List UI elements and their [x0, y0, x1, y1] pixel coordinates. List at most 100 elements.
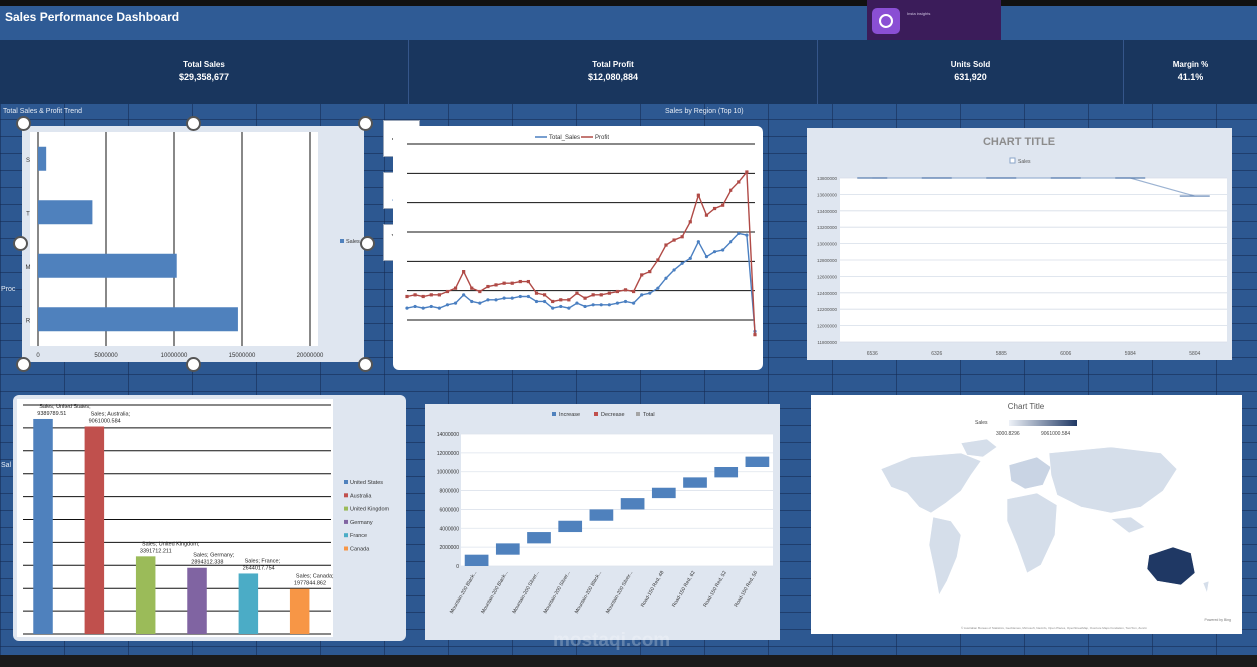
legend-swatch	[344, 533, 348, 538]
resize-handle-t[interactable]	[186, 116, 201, 131]
y-tick-label: 4000000	[440, 526, 460, 532]
y-tick-label: 6000000	[440, 507, 460, 513]
legend-label: Germany	[350, 520, 373, 526]
series-line	[406, 170, 756, 335]
data-point	[599, 303, 603, 307]
data-point	[502, 296, 506, 300]
floating-widget[interactable]: Insta insights	[867, 0, 1001, 40]
record-button[interactable]	[872, 8, 900, 34]
kpi-total-sales: Total Sales $29,358,677	[0, 40, 409, 104]
map-legend-title: Sales	[975, 420, 988, 426]
bar	[187, 567, 207, 634]
x-tick-label: 10000000	[161, 353, 188, 359]
data-point	[518, 279, 522, 284]
data-point	[429, 304, 433, 309]
resize-handle-r[interactable]	[360, 236, 375, 251]
data-point	[413, 304, 417, 309]
resize-handle-tl[interactable]	[16, 116, 31, 131]
y-tick-label: 13200000	[817, 225, 838, 230]
legend-label: Sales	[346, 239, 360, 245]
data-point	[542, 299, 547, 304]
map-title: Chart Title	[1008, 402, 1045, 411]
legend-swatch	[636, 412, 640, 416]
bar-chart-svg: 0 5000000 10000000 15000000 20000000 R M T S Sale…	[26, 132, 360, 359]
data-point	[672, 268, 676, 272]
section-label-region: Sales by Region (Top 10)	[665, 108, 744, 115]
resize-handle-tr[interactable]	[358, 116, 373, 131]
data-point	[575, 301, 579, 305]
y-tick-label: 13000000	[817, 242, 838, 247]
data-point	[551, 299, 555, 304]
data-point	[526, 294, 530, 299]
data-label: Sales; Canada;	[296, 574, 334, 580]
legend-label: Decrease	[601, 412, 625, 418]
legend-swatch	[594, 412, 598, 416]
data-label: Sales; Australia;	[91, 412, 131, 418]
data-point	[542, 293, 547, 297]
bar	[683, 477, 707, 488]
data-point	[672, 238, 676, 242]
data-point	[737, 180, 741, 184]
data-point	[745, 170, 749, 174]
kpi-row: Total Sales $29,358,677 Total Profit $12…	[0, 40, 1257, 104]
y-tick-label: 12400000	[817, 291, 838, 296]
resize-handle-br[interactable]	[358, 357, 373, 372]
sales-line-chart[interactable]: CHART TITLE Sales 11800000 12000000 12200000…	[807, 128, 1232, 360]
legend-label: United States	[350, 480, 383, 486]
y-tick-label: 13600000	[817, 192, 838, 197]
series-line	[406, 232, 756, 332]
data-point	[510, 281, 514, 285]
data-point	[615, 289, 620, 294]
resize-handle-b[interactable]	[186, 357, 201, 372]
data-point	[640, 273, 644, 277]
data-label: 9061000.584	[89, 419, 121, 425]
data-point	[712, 250, 717, 254]
resize-handle-l[interactable]	[13, 236, 28, 251]
legend-label: United Kingdom	[350, 507, 390, 513]
bar	[33, 418, 53, 634]
kpi-units-sold: Units Sold 631,920	[818, 40, 1124, 104]
product-bar-chart[interactable]: 0 5000000 10000000 15000000 20000000 R M T S Sale…	[22, 126, 364, 362]
kpi-label: Units Sold	[950, 60, 991, 69]
map-region-australia	[1146, 546, 1196, 586]
data-point	[413, 293, 417, 297]
resize-handle-bl[interactable]	[16, 357, 31, 372]
dashboard-title: Sales Performance Dashboard	[5, 10, 180, 24]
data-point	[437, 306, 441, 310]
sales-profit-line-chart[interactable]: Total_Sales Profit	[393, 126, 763, 370]
legend-swatch	[1009, 157, 1016, 164]
data-point	[421, 306, 425, 310]
x-tick-label: 0	[36, 353, 40, 359]
data-point	[453, 301, 458, 305]
y-tick-label: 12800000	[817, 258, 838, 263]
bar	[38, 200, 93, 225]
data-label: 3391712.211	[140, 548, 172, 554]
line-chart-svg: CHART TITLE Sales 11800000 12000000 12200000…	[817, 136, 1227, 357]
bar	[589, 509, 614, 521]
y-tick-label: 13800000	[817, 176, 838, 181]
waterfall-chart[interactable]: 0 2000000 4000000 6000000 8000000 10000000 120…	[425, 404, 780, 640]
kpi-total-profit: Total Profit $12,080,884	[409, 40, 818, 104]
data-point	[445, 303, 450, 307]
data-point	[421, 294, 425, 299]
data-point	[704, 213, 709, 217]
sales-map-chart[interactable]: Chart Title Sales 3000.8296 9061000.584 …	[811, 395, 1242, 634]
legend-swatch	[344, 519, 348, 524]
data-point	[534, 291, 539, 295]
data-point	[405, 306, 409, 310]
data-point	[462, 293, 466, 297]
bar	[527, 532, 551, 544]
y-tick-label: 12000000	[817, 324, 838, 329]
legend-label: Increase	[559, 412, 580, 418]
data-label: 1977844.862	[294, 581, 326, 587]
data-point	[745, 233, 749, 237]
kpi-label: Total Sales	[183, 60, 225, 69]
bar	[38, 307, 238, 332]
legend-swatch	[344, 493, 348, 498]
country-bar-chart[interactable]: Sales; United States; 9389789.51 Sales; Au…	[13, 395, 406, 641]
data-point	[640, 293, 644, 297]
bar	[38, 253, 177, 278]
y-tick-label: T	[26, 211, 30, 217]
data-point	[494, 283, 498, 287]
data-point	[696, 193, 700, 197]
